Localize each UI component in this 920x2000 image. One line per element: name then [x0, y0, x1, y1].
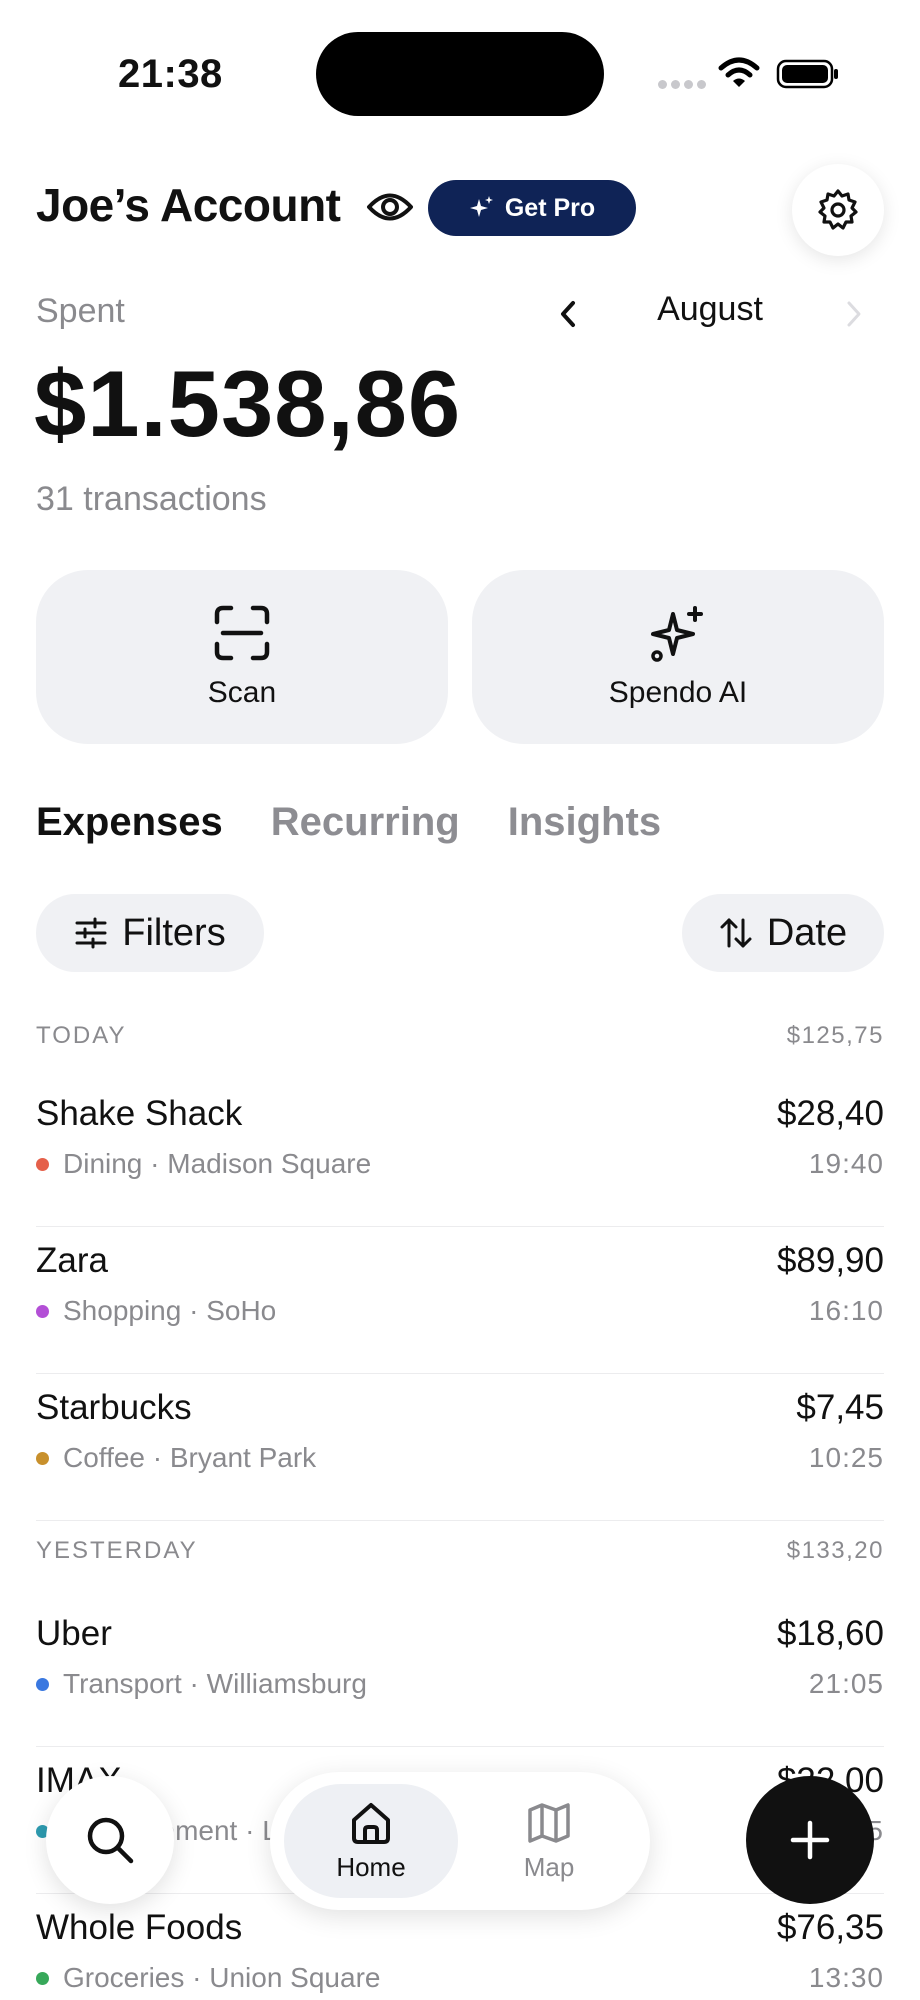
sort-arrows-icon — [720, 918, 752, 948]
sort-label: Date — [766, 911, 848, 954]
transaction-name: Whole Foods — [36, 1908, 243, 1947]
wifi-icon — [718, 57, 760, 87]
get-pro-label: Get Pro — [504, 193, 596, 222]
transaction-amount: $76,35 — [776, 1908, 884, 1947]
settings-button[interactable] — [792, 164, 884, 256]
transaction-category-location: Groceries · Union Square — [63, 1962, 381, 1993]
sparkles-icon — [651, 606, 703, 662]
transaction-time: 21:05 — [808, 1668, 884, 1699]
transaction-row[interactable]: Zara $89,90 Shopping · SoHo 16:10 — [36, 1227, 884, 1374]
tab-insights[interactable]: Insights — [508, 800, 661, 845]
group-header-today: TODAY $125,75 — [36, 1022, 884, 1062]
account-title: Joe’s Account — [36, 179, 341, 231]
transaction-meta: Groceries · Union Square — [36, 1962, 380, 1994]
transaction-count: 31 transactions — [36, 480, 267, 518]
tab-recurring[interactable]: Recurring — [271, 800, 460, 845]
spendo-ai-label: Spendo AI — [608, 676, 748, 709]
nav-home-label: Home — [336, 1851, 406, 1882]
chevron-left-icon — [561, 301, 575, 327]
home-icon — [352, 1802, 390, 1844]
previous-month-button[interactable] — [548, 294, 588, 334]
sliders-icon — [75, 917, 107, 949]
transaction-category-location: Shopping · SoHo — [63, 1295, 277, 1326]
transaction-amount: $18,60 — [776, 1614, 884, 1653]
group-title: TODAY — [36, 1022, 127, 1049]
home-screen: 21:38 Joe’s Account Get Pro Spent August… — [0, 0, 920, 2000]
category-dot — [36, 1157, 49, 1171]
transaction-time: 13:30 — [808, 1962, 884, 1993]
view-tabs: Expenses Recurring Insights — [36, 800, 661, 845]
transaction-amount: $28,40 — [776, 1094, 884, 1133]
transaction-meta: Shopping · SoHo — [36, 1295, 276, 1327]
nav-map-label: Map — [523, 1851, 575, 1882]
spent-amount: $1.538,86 — [34, 351, 462, 456]
transaction-meta: Dining · Madison Square — [36, 1148, 371, 1180]
chevron-right-icon — [847, 301, 861, 327]
next-month-button[interactable] — [834, 294, 874, 334]
account-header: Joe’s Account Get Pro — [36, 164, 884, 270]
scan-button[interactable]: Scan — [36, 570, 448, 744]
cellular-signal-icon — [658, 80, 706, 89]
transaction-name: Starbucks — [36, 1388, 192, 1427]
month-label: August — [657, 290, 763, 328]
transaction-row[interactable]: Uber $18,60 Transport · Williamsburg 21:… — [36, 1600, 884, 1747]
group-total: $125,75 — [786, 1022, 884, 1049]
transaction-category-location: Dining · Madison Square — [63, 1148, 372, 1179]
transaction-time: 10:25 — [808, 1442, 884, 1473]
transaction-name: Zara — [36, 1241, 108, 1280]
status-time: 21:38 — [118, 52, 223, 96]
map-icon — [528, 1802, 570, 1843]
plus-icon — [790, 1820, 830, 1860]
dynamic-island — [316, 32, 604, 116]
eye-icon[interactable] — [366, 184, 414, 230]
tab-expenses[interactable]: Expenses — [36, 800, 223, 845]
transaction-name: Uber — [36, 1614, 112, 1653]
sparkles-icon — [469, 196, 493, 217]
search-button[interactable] — [46, 1776, 174, 1904]
spendo-ai-button[interactable]: Spendo AI — [472, 570, 884, 744]
nav-map[interactable]: Map — [462, 1784, 636, 1898]
transaction-time: 16:10 — [808, 1295, 884, 1326]
get-pro-button[interactable]: Get Pro — [428, 180, 636, 236]
group-total: $133,20 — [786, 1537, 884, 1564]
scan-icon — [214, 605, 270, 661]
transaction-name: Shake Shack — [36, 1094, 243, 1133]
category-dot — [36, 1677, 49, 1691]
category-dot — [36, 1971, 49, 1985]
transaction-row[interactable]: Starbucks $7,45 Coffee · Bryant Park 10:… — [36, 1374, 884, 1521]
scan-label: Scan — [207, 676, 277, 709]
transaction-amount: $7,45 — [796, 1388, 884, 1427]
spent-label: Spent — [36, 292, 125, 330]
filters-button[interactable]: Filters — [36, 894, 264, 972]
bottom-nav: Home Map — [270, 1772, 650, 1910]
gear-icon — [818, 189, 858, 230]
nav-home[interactable]: Home — [284, 1784, 458, 1898]
transaction-category-location: Transport · Williamsburg — [63, 1668, 367, 1699]
group-title: YESTERDAY — [36, 1537, 198, 1564]
transaction-meta: Transport · Williamsburg — [36, 1668, 367, 1700]
transaction-time: 19:40 — [808, 1148, 884, 1179]
status-bar: 21:38 — [0, 0, 920, 140]
transaction-category-location: Coffee · Bryant Park — [63, 1442, 317, 1473]
group-header-yesterday: YESTERDAY $133,20 — [36, 1537, 884, 1577]
transaction-row[interactable]: Shake Shack $28,40 Dining · Madison Squa… — [36, 1080, 884, 1227]
sort-date-button[interactable]: Date — [682, 894, 884, 972]
transaction-amount: $89,90 — [776, 1241, 884, 1280]
add-expense-button[interactable] — [746, 1776, 874, 1904]
transaction-meta: Coffee · Bryant Park — [36, 1442, 316, 1474]
category-dot — [36, 1451, 49, 1465]
search-icon — [87, 1817, 134, 1864]
filters-label: Filters — [122, 911, 226, 954]
battery-icon — [776, 59, 838, 89]
category-dot — [36, 1304, 49, 1318]
